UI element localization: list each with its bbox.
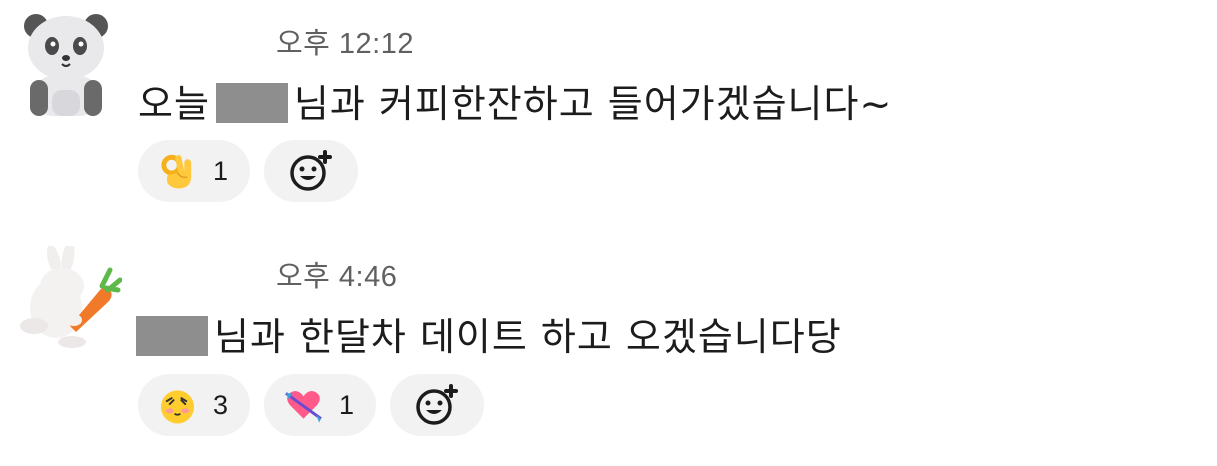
panda-icon: [24, 14, 108, 116]
redacted-name: [136, 316, 208, 356]
reaction-count: 1: [338, 389, 354, 420]
reaction-count: 3: [212, 389, 228, 420]
redacted-name: [215, 83, 288, 123]
message-text-suffix: 님과 한달차 데이트 하고 오겠습니다당: [214, 315, 842, 359]
message-text: 오늘 님과 커피한잔하고 들어가겠습니다~: [138, 73, 892, 128]
message-timestamp[interactable]: 오후 4:46: [276, 253, 397, 295]
message-timestamp[interactable]: 오후 12:12: [276, 20, 414, 62]
reaction-count: 1: [212, 155, 228, 186]
reaction-blushing-face[interactable]: 3: [138, 374, 250, 436]
message-text-suffix: 님과 커피한잔하고 들어가겠습니다~: [293, 82, 893, 126]
reaction-bar: 1: [138, 140, 358, 202]
panda-avatar[interactable]: [22, 12, 110, 120]
rabbit-icon: [20, 242, 123, 348]
add-emoji-icon: [416, 384, 458, 425]
ok-hand-icon: [161, 154, 192, 189]
message-text-prefix: 오늘: [138, 82, 210, 126]
reaction-ok-hand[interactable]: 1: [138, 140, 250, 202]
reaction-heart-with-arrow[interactable]: 1: [264, 374, 376, 436]
add-reaction-button[interactable]: [264, 140, 358, 202]
add-emoji-icon: [290, 150, 332, 191]
reaction-bar: 3 1: [138, 374, 484, 436]
message-text: 님과 한달차 데이트 하고 오겠습니다당: [136, 306, 842, 361]
heart-with-arrow-icon: [285, 391, 322, 423]
blushing-face-icon: [160, 390, 195, 424]
rabbit-with-carrot-avatar[interactable]: [12, 242, 123, 354]
add-reaction-button[interactable]: [390, 374, 484, 436]
